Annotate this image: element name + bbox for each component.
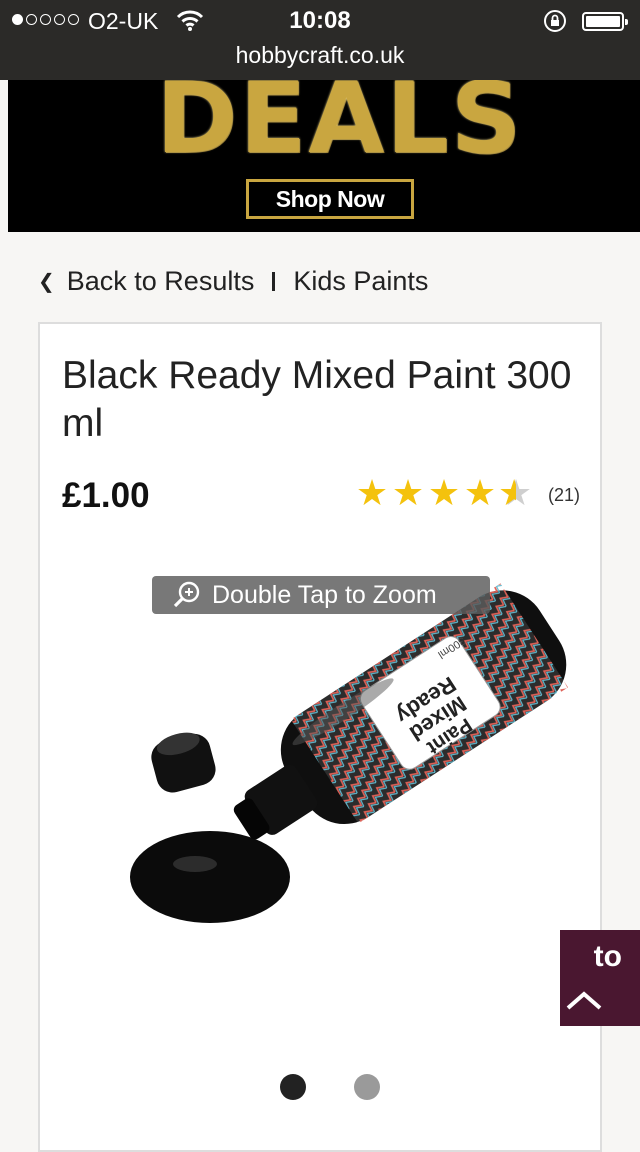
image-pagination [280,1074,380,1100]
browser-top-bar: O2-UK 10:08 hobbycraft.co.uk [0,0,640,80]
pagination-dot-1[interactable] [280,1074,306,1100]
star-icon: ★ [463,473,497,514]
status-bar: O2-UK 10:08 [0,0,640,40]
product-image[interactable]: Ready Mixed Paint 300ml [100,559,570,979]
star-icon: ★ [427,473,461,514]
half-star-icon: ★ ★ [498,473,533,514]
zoom-hint-label: Double Tap to Zoom [212,580,437,609]
back-to-top-label: to [593,940,622,973]
back-to-top-button[interactable]: to [560,930,640,1026]
zoom-hint: Double Tap to Zoom [152,576,490,614]
zoom-in-icon [173,581,200,608]
chevron-left-icon: ❮ [38,271,55,293]
star-icon: ★ [391,473,425,514]
back-to-results-link[interactable]: Back to Results [67,266,255,297]
battery-icon [582,12,628,31]
chevron-up-icon [566,991,602,1010]
address-bar[interactable]: hobbycraft.co.uk [0,42,640,69]
deals-banner[interactable]: DEALS Shop Now [8,80,640,232]
rating-stars[interactable]: ★ ★ ★ ★ ★ ★ [354,476,534,512]
product-price: £1.00 [62,476,150,515]
product-title: Black Ready Mixed Paint 300 ml [62,354,572,445]
breadcrumb-separator [272,272,276,291]
category-link[interactable]: Kids Paints [293,266,428,297]
review-count[interactable]: (21) [548,485,580,506]
pagination-dot-2[interactable] [354,1074,380,1100]
breadcrumb: ❮ Back to Results Kids Paints [38,266,428,297]
banner-headline: DEALS [156,80,524,176]
star-icon: ★ [355,473,389,514]
shop-now-button[interactable]: Shop Now [246,179,414,219]
product-card: Black Ready Mixed Paint 300 ml £1.00 ★ ★… [38,322,602,1152]
rotation-lock-icon [544,10,566,32]
